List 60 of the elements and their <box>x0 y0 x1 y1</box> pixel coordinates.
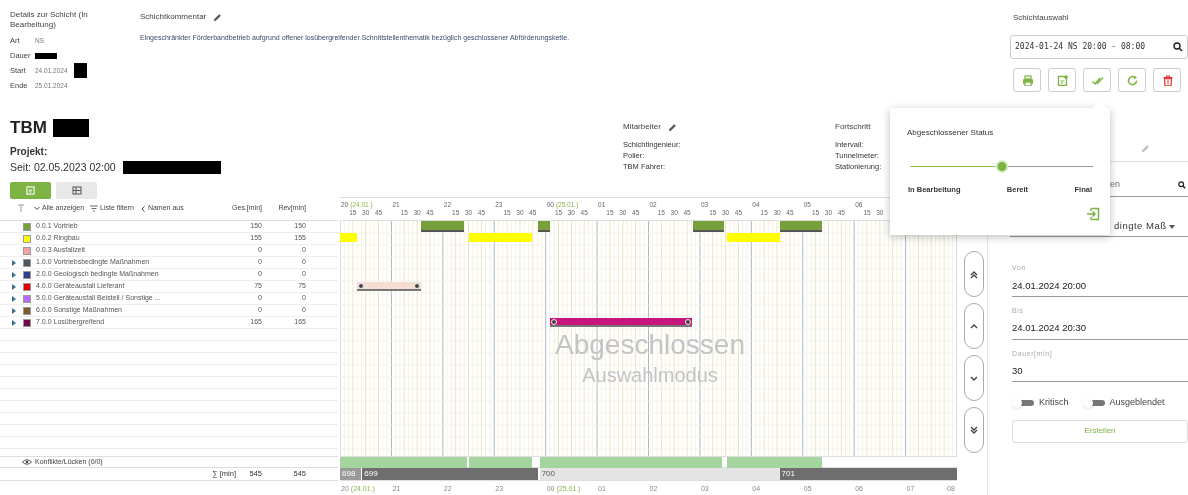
toolbar-button[interactable] <box>1153 68 1181 92</box>
section-title: Mitarbeiter <box>623 121 661 133</box>
expand-icon[interactable] <box>11 271 16 278</box>
coverage-bar <box>469 457 532 468</box>
switch-label: Ausgeblendet <box>1109 396 1165 410</box>
gantt-bar <box>537 221 550 232</box>
search-icon <box>1178 180 1186 189</box>
expand-icon[interactable] <box>11 259 16 266</box>
eye-icon[interactable] <box>22 459 32 465</box>
toggle-switch[interactable] <box>1082 398 1105 408</box>
chevron-left-icon <box>140 205 145 212</box>
filter-icon <box>90 205 99 212</box>
project-label: Projekt: <box>10 145 49 159</box>
toolbar-button[interactable] <box>1083 68 1111 92</box>
gantt-bar <box>693 221 724 232</box>
gantt-bar <box>727 233 780 242</box>
toolbar-button[interactable] <box>1118 68 1146 92</box>
section-title: Fortschritt <box>835 121 871 133</box>
redaction-bar <box>52 119 89 137</box>
expand-icon[interactable] <box>11 307 16 314</box>
overlay-title: Abgeschlossen <box>555 329 745 361</box>
shift-segment[interactable]: 700 <box>539 468 780 480</box>
shift-select-field[interactable]: 2024-01-24 NS 20:00 - 08:00 <box>1010 35 1188 59</box>
print-icon <box>1021 74 1033 86</box>
edit-icon[interactable] <box>667 122 677 132</box>
since-text: Seit: 02.05.2023 02:00 <box>10 160 116 175</box>
toolbar-button[interactable] <box>1013 68 1041 92</box>
shift-segment[interactable]: 699 <box>362 468 538 480</box>
trash-icon <box>1161 74 1173 86</box>
table-icon <box>71 185 82 195</box>
chevron-down-icon <box>34 206 40 211</box>
refresh-icon <box>1126 74 1138 86</box>
expand-icon[interactable] <box>11 319 16 326</box>
section-title: Details zur Schicht (In Bearbeitung) <box>10 10 89 30</box>
shift-segment[interactable]: 701 <box>779 468 957 480</box>
switch-label: Kritisch <box>1039 396 1069 410</box>
view-toggle-button[interactable] <box>10 181 51 199</box>
overlay-subtitle: Auswahlmodus <box>582 363 718 387</box>
sign-in-icon[interactable] <box>1086 207 1100 221</box>
machine-title: TBM <box>10 117 47 140</box>
toggle-switch[interactable] <box>1012 398 1034 408</box>
gantt-bar <box>357 282 422 291</box>
popup-title: Abgeschlossener Status <box>907 127 995 139</box>
view-toggle-button[interactable] <box>56 181 97 199</box>
expand-icon[interactable] <box>11 283 16 290</box>
gantt-bar <box>421 221 465 232</box>
gantt-bar <box>340 233 358 242</box>
double-check-icon <box>1091 74 1103 86</box>
search-icon <box>1173 42 1183 52</box>
gantt-bar <box>779 221 822 232</box>
gantt-bar <box>468 233 532 242</box>
document-plus-icon <box>1056 74 1068 86</box>
edit-icon[interactable] <box>213 12 223 22</box>
section-title: Schichtkommentar <box>140 11 207 23</box>
toolbar-button[interactable] <box>1048 68 1076 92</box>
caret-icon <box>1168 224 1175 229</box>
chart-icon <box>26 185 35 195</box>
expand-icon[interactable] <box>11 295 16 302</box>
double-chevron-down-icon <box>968 424 979 436</box>
section-title: Schichtauswahl <box>1013 12 1070 24</box>
